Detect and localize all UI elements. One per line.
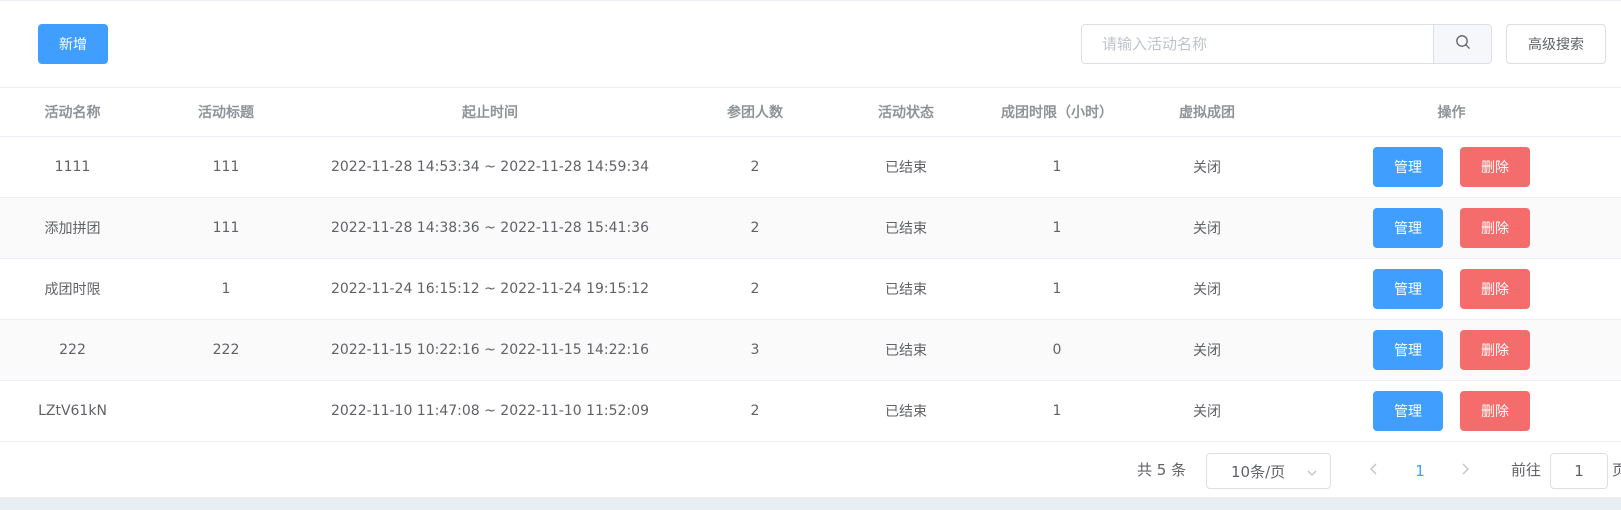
cell-virtual-group: 关闭 [1193,404,1221,420]
cell-time-range: 2022-11-28 14:53:34 ~ 2022-11-28 14:59:3… [330,159,649,175]
cell-activity-title: 1 [221,281,231,297]
header-activity-title: 活动标题 [198,105,254,121]
cell-activity-name: 添加拼团 [44,221,101,237]
header-participants: 参团人数 [727,105,783,121]
cell-status: 已结束 [885,221,927,237]
cell-participants: 2 [750,220,760,236]
table-row: LZtV61kN 2022-11-10 11:47:08 ~ 2022-11-1… [0,381,1621,442]
cell-status: 已结束 [885,343,927,359]
manage-button[interactable]: 管理 [1373,330,1443,370]
footer-band [0,497,1621,510]
cell-actions: 管理 删除 [1282,137,1621,197]
top-divider [0,0,1621,1]
manage-button[interactable]: 管理 [1373,147,1443,187]
cell-time-range: 2022-11-24 16:15:12 ~ 2022-11-24 19:15:1… [330,281,649,297]
header-group-time-limit: 成团时限（小时） [1001,105,1113,121]
cell-virtual-group: 关闭 [1193,160,1221,176]
header-actions: 操作 [1437,105,1466,121]
header-virtual-group: 虚拟成团 [1179,105,1235,121]
search-input[interactable] [1082,25,1433,63]
delete-button[interactable]: 删除 [1460,208,1530,248]
cell-activity-name: LZtV61kN [38,403,107,419]
goto-page-input[interactable] [1550,453,1608,489]
cell-actions: 管理 删除 [1282,381,1621,441]
table-header-row: 活动名称 活动标题 起止时间 参团人数 活动状态 成团时限（小时） 虚拟成团 操… [0,87,1621,137]
delete-button[interactable]: 删除 [1460,147,1530,187]
delete-button[interactable]: 删除 [1460,330,1530,370]
cell-activity-name: 成团时限 [44,282,101,298]
table-row: 1111 111 2022-11-28 14:53:34 ~ 2022-11-2… [0,137,1621,198]
cell-participants: 2 [750,159,760,175]
delete-button[interactable]: 删除 [1460,269,1530,309]
page-size-value: 10条/页 [1231,462,1286,481]
page-number-current[interactable]: 1 [1405,457,1435,485]
cell-actions: 管理 删除 [1282,198,1621,258]
search-box [1081,24,1492,64]
header-status: 活动状态 [878,105,934,121]
add-button[interactable]: 新增 [38,24,108,64]
cell-group-time-limit: 1 [1052,403,1062,419]
cell-time-range: 2022-11-10 11:47:08 ~ 2022-11-10 11:52:0… [330,403,649,419]
cell-participants: 2 [750,281,760,297]
cell-activity-title: 111 [212,159,240,175]
manage-button[interactable]: 管理 [1373,208,1443,248]
cell-participants: 3 [750,342,760,358]
cell-actions: 管理 删除 [1282,259,1621,319]
chevron-left-icon [1368,462,1380,480]
activity-table: 活动名称 活动标题 起止时间 参团人数 活动状态 成团时限（小时） 虚拟成团 操… [0,87,1621,442]
next-page-button[interactable] [1451,457,1479,485]
header-activity-name: 活动名称 [44,105,101,121]
cell-time-range: 2022-11-28 14:38:36 ~ 2022-11-28 15:41:3… [330,220,649,236]
cell-virtual-group: 关闭 [1193,343,1221,359]
cell-actions: 管理 删除 [1282,320,1621,380]
cell-activity-title: 111 [212,220,240,236]
manage-button[interactable]: 管理 [1373,269,1443,309]
search-icon [1455,34,1471,54]
cell-group-time-limit: 1 [1052,220,1062,236]
cell-group-time-limit: 1 [1052,159,1062,175]
cell-activity-title: 222 [212,342,240,358]
pagination-total: 共 5 条 [1137,461,1187,479]
cell-activity-name: 222 [59,342,86,358]
prev-page-button[interactable] [1360,457,1388,485]
manage-button[interactable]: 管理 [1373,391,1443,431]
cell-time-range: 2022-11-15 10:22:16 ~ 2022-11-15 14:22:1… [330,342,649,358]
table-row: 成团时限 1 2022-11-24 16:15:12 ~ 2022-11-24 … [0,259,1621,320]
advanced-search-button[interactable]: 高级搜索 [1506,24,1606,64]
cell-group-time-limit: 0 [1052,342,1062,358]
chevron-down-icon [1306,465,1318,483]
cell-group-time-limit: 1 [1052,281,1062,297]
cell-virtual-group: 关闭 [1193,221,1221,237]
header-time-range: 起止时间 [462,105,518,121]
pagination: 共 5 条 10条/页 1 前往 页 [0,443,1621,499]
cell-status: 已结束 [885,404,927,420]
cell-virtual-group: 关闭 [1193,282,1221,298]
page-size-select[interactable]: 10条/页 [1206,453,1331,489]
goto-suffix: 页 [1612,461,1621,479]
cell-activity-name: 1111 [54,159,91,175]
cell-activity-title [150,381,302,441]
cell-status: 已结束 [885,282,927,298]
activity-list-page: 新增 高级搜索 活动名称 活动标题 起止时间 参团人数 活动状态 成团时限（小时… [0,0,1621,510]
cell-participants: 2 [750,403,760,419]
chevron-right-icon [1459,462,1471,480]
delete-button[interactable]: 删除 [1460,391,1530,431]
cell-status: 已结束 [885,160,927,176]
table-row: 添加拼团 111 2022-11-28 14:38:36 ~ 2022-11-2… [0,198,1621,259]
search-button[interactable] [1433,25,1491,63]
table-row: 222 222 2022-11-15 10:22:16 ~ 2022-11-15… [0,320,1621,381]
goto-label: 前往 [1511,461,1542,479]
